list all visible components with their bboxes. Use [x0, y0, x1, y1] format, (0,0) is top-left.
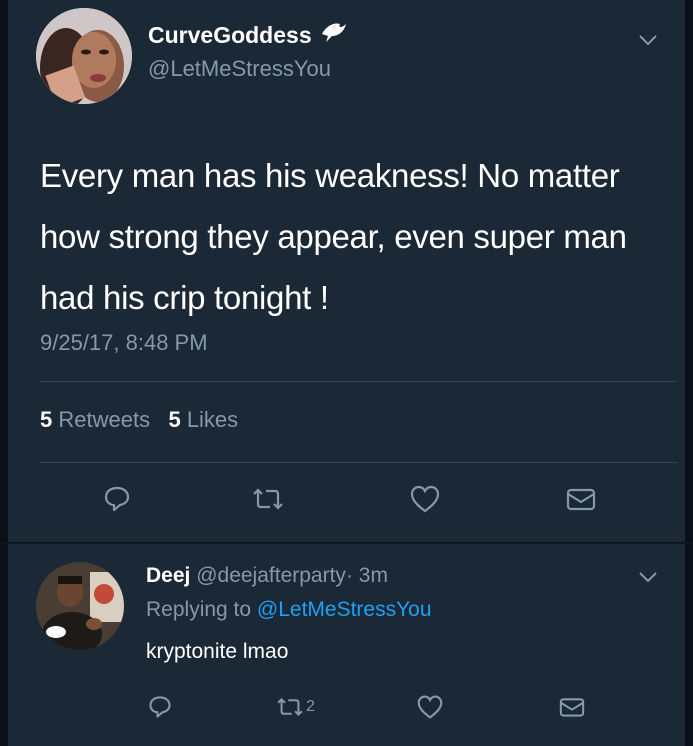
chevron-down-icon[interactable] — [638, 570, 658, 584]
retweet-icon — [277, 697, 303, 717]
separator: · — [345, 564, 353, 587]
display-name[interactable]: Deej — [146, 564, 190, 587]
retweet-button[interactable]: 2 — [276, 690, 336, 724]
avatar[interactable] — [36, 562, 124, 650]
retweets-label: Retweets — [58, 407, 151, 432]
retweet-icon[interactable] — [251, 482, 285, 516]
reply-text: kryptonite lmao — [146, 640, 289, 663]
mention-link[interactable]: @LetMeStressYou — [257, 598, 432, 621]
retweets-count: 5 — [40, 407, 53, 432]
heart-icon[interactable] — [408, 482, 442, 516]
likes-label: Likes — [186, 407, 239, 432]
reply-icon[interactable] — [143, 690, 177, 724]
screen-edge-right — [685, 0, 693, 746]
reply-actions: 2 — [8, 690, 685, 726]
dove-icon — [320, 20, 348, 50]
main-tweet: CurveGoddess @LetMeStressYou Every man h… — [8, 0, 685, 542]
tweet-time: 3m — [358, 564, 388, 587]
tweet-actions — [8, 482, 685, 518]
divider — [40, 462, 677, 463]
tweet-text: Every man has his weakness! No matter ho… — [40, 157, 627, 316]
chevron-down-icon[interactable] — [638, 33, 658, 47]
likes-stat[interactable]: 5 Likes — [168, 407, 238, 432]
twitter-screen: CurveGoddess @LetMeStressYou Every man h… — [0, 0, 693, 746]
avatar[interactable] — [36, 8, 132, 104]
handle[interactable]: @deejafterparty — [196, 564, 346, 587]
divider — [40, 381, 677, 382]
heart-icon[interactable] — [413, 690, 447, 724]
reply-tweet: Deej @deejafterparty· 3m Replying to @Le… — [8, 544, 685, 746]
retweets-stat[interactable]: 5 Retweets — [40, 407, 150, 432]
reply-header: Deej @deejafterparty· 3m — [146, 564, 388, 588]
display-name: CurveGoddess — [148, 21, 312, 48]
retweet-count: 2 — [306, 698, 315, 715]
screen-edge-left — [0, 0, 8, 746]
engagement-stats: 5 Retweets 5 Likes — [40, 407, 238, 433]
handle: @LetMeStressYou — [148, 56, 331, 81]
likes-count: 5 — [168, 407, 181, 432]
tweet-author[interactable]: CurveGoddess @LetMeStressYou — [148, 20, 348, 82]
mail-icon[interactable] — [564, 482, 598, 516]
replying-to: Replying to @LetMeStressYou — [146, 598, 432, 622]
timestamp: 9/25/17, 8:48 PM — [40, 330, 208, 355]
replying-prefix: Replying to — [146, 598, 252, 621]
mail-icon[interactable] — [555, 690, 589, 724]
reply-icon[interactable] — [100, 482, 134, 516]
